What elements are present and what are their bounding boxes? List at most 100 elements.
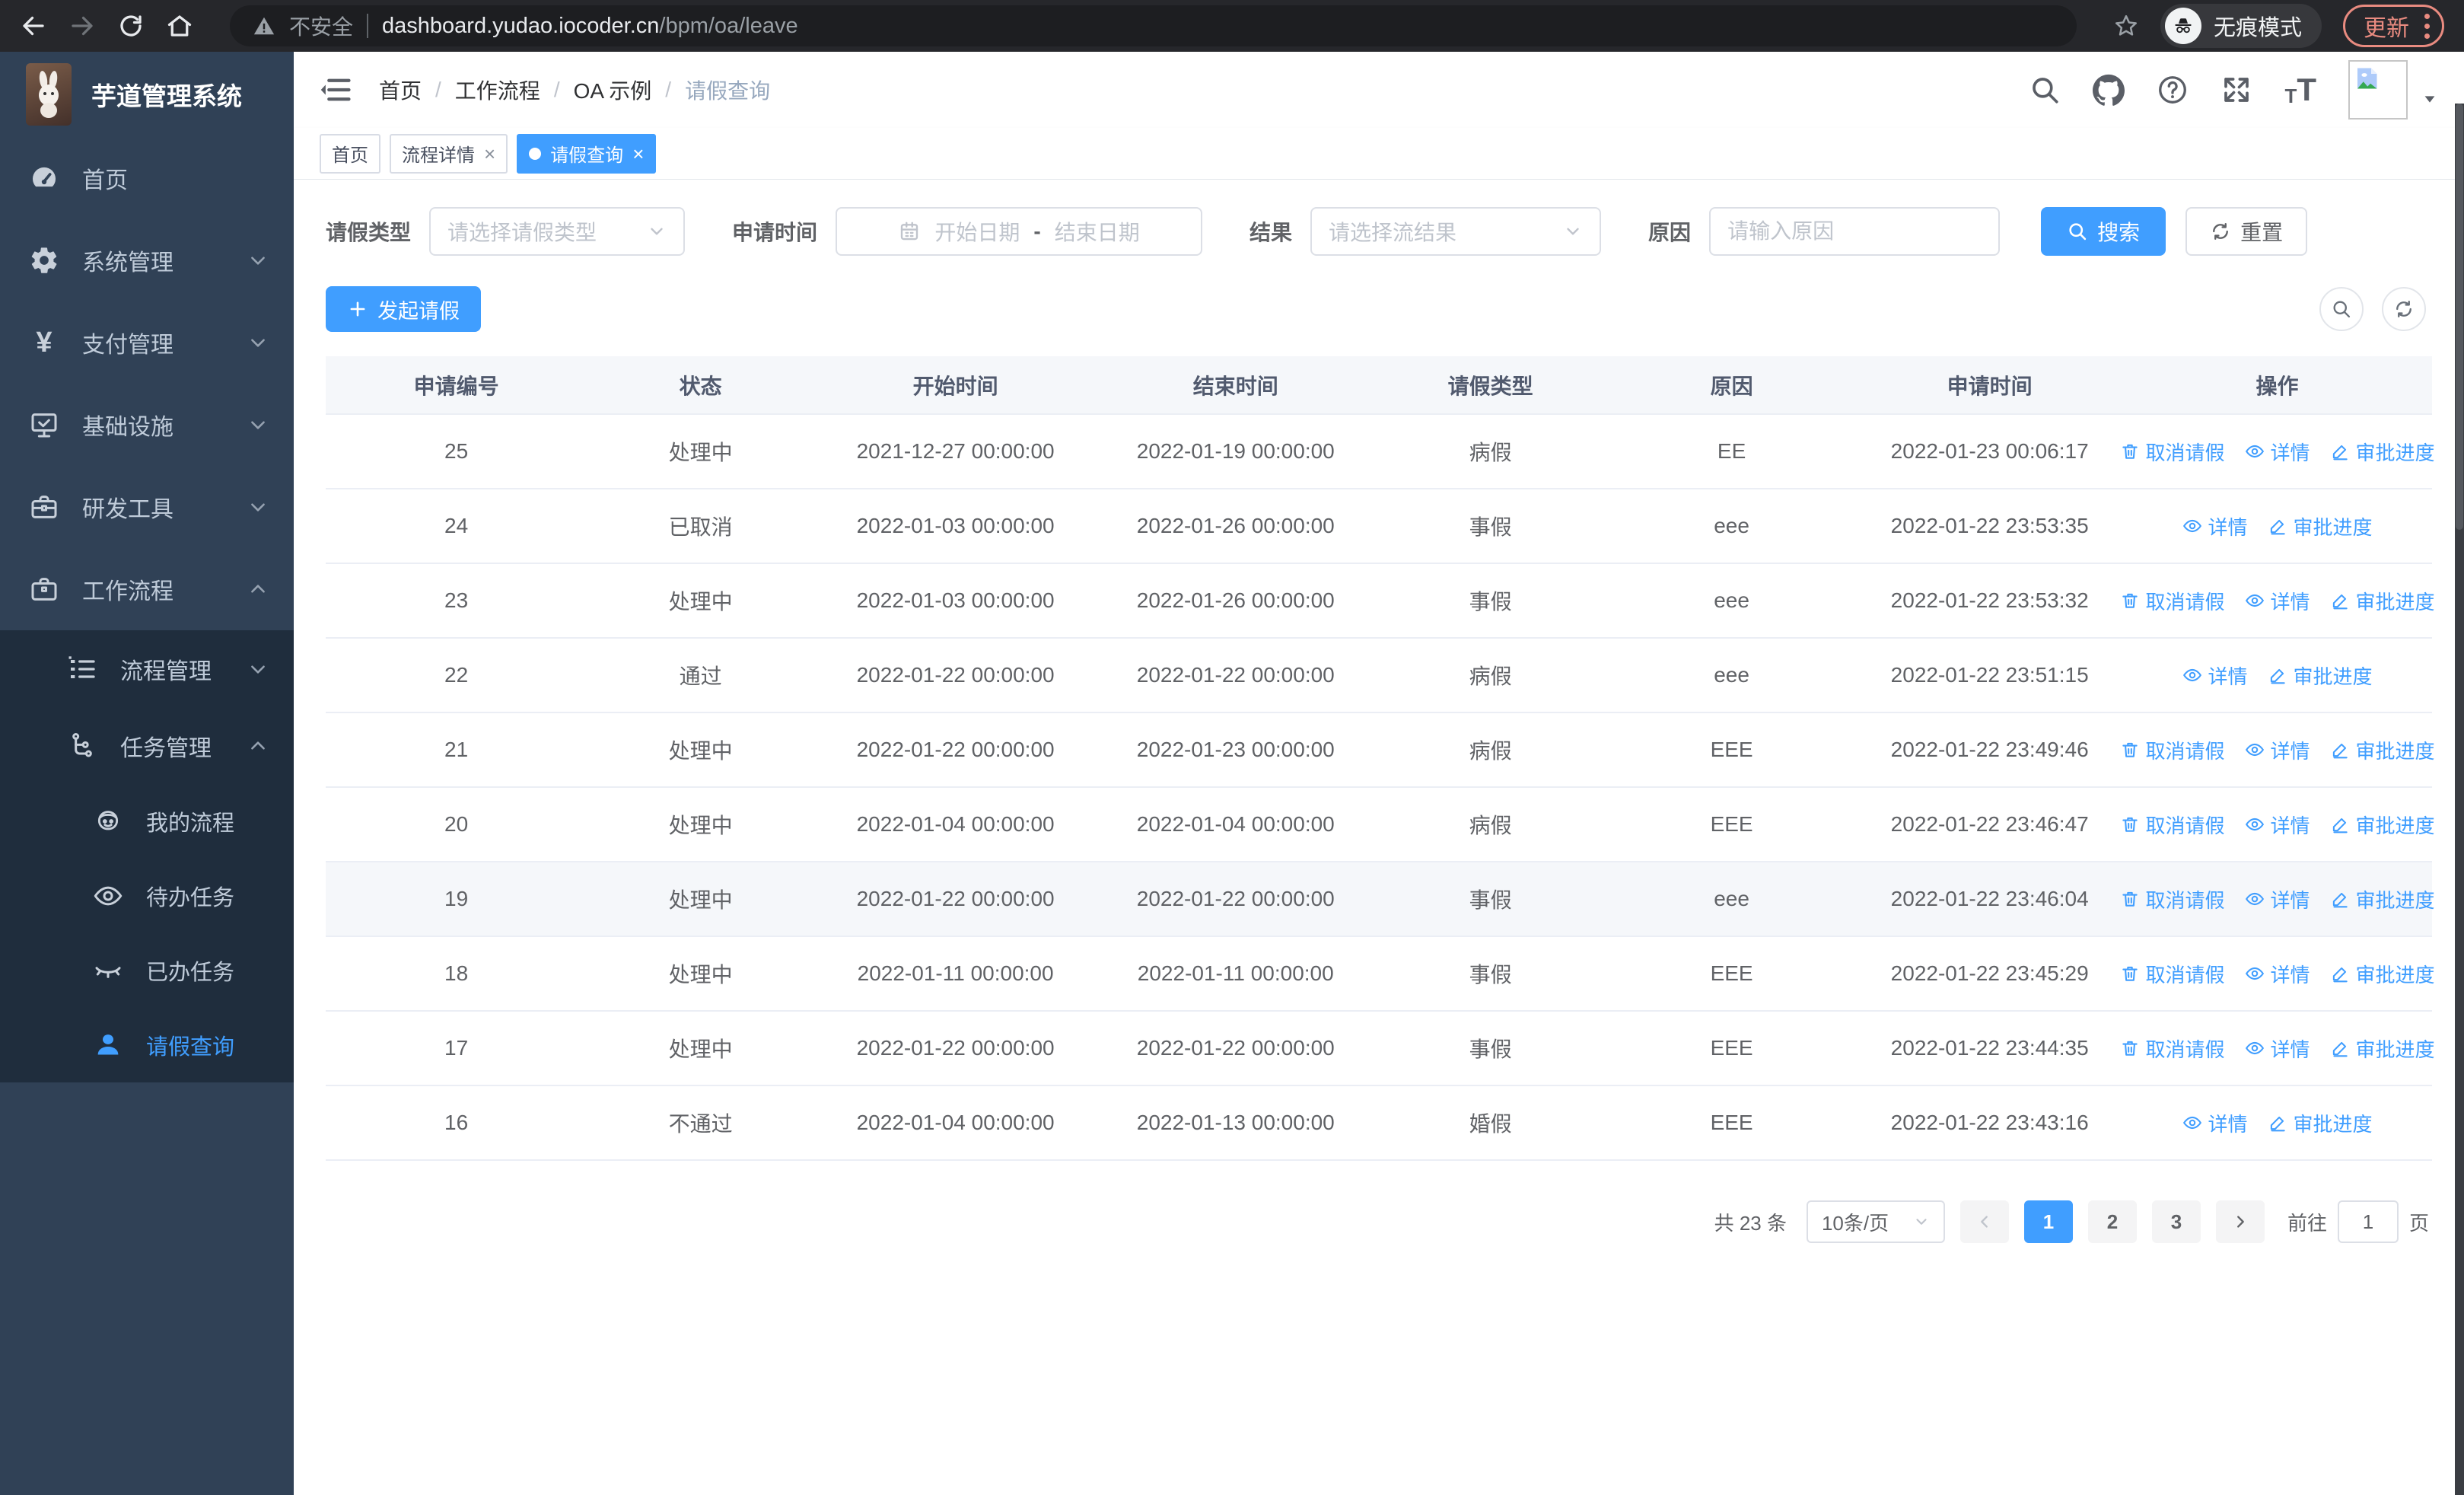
detail-link[interactable]: 详情: [2245, 960, 2310, 988]
approval-progress-link[interactable]: 审批进度: [2330, 587, 2435, 615]
close-icon[interactable]: ×: [484, 144, 495, 164]
tag-leave-query[interactable]: 请假查询 ×: [517, 133, 657, 174]
approval-progress-link[interactable]: 审批进度: [2330, 960, 2435, 988]
help-icon[interactable]: [2157, 74, 2189, 106]
detail-link[interactable]: 详情: [2182, 1109, 2248, 1137]
detail-link[interactable]: 详情: [2245, 587, 2310, 615]
table-tools: [2319, 287, 2426, 331]
tag-process-detail[interactable]: 流程详情 ×: [390, 133, 508, 174]
approval-progress-link[interactable]: 审批进度: [2330, 885, 2435, 913]
sidebar-item-todo-tasks[interactable]: 待办任务: [0, 859, 294, 933]
sidebar-item-leave-query[interactable]: 请假查询: [0, 1008, 294, 1082]
cell-end-time: 2022-01-26 00:00:00: [1097, 489, 1375, 564]
detail-link[interactable]: 详情: [2245, 438, 2310, 466]
show-search-button[interactable]: [2319, 287, 2364, 331]
sidebar-item-devtools[interactable]: 研发工具: [0, 466, 294, 548]
briefcase-icon: [29, 574, 59, 604]
cancel-leave-link[interactable]: 取消请假: [2120, 885, 2225, 913]
cell-status: 处理中: [587, 712, 815, 788]
avatar[interactable]: [2348, 60, 2408, 120]
chevron-down-icon: [251, 339, 265, 347]
breadcrumb-home[interactable]: 首页: [379, 75, 422, 105]
caret-down-icon[interactable]: [2421, 91, 2438, 107]
detail-link[interactable]: 详情: [2182, 661, 2248, 690]
sidebar-item-home[interactable]: 首页: [0, 137, 294, 219]
detail-link[interactable]: 详情: [2245, 811, 2310, 839]
app-logo-row[interactable]: 芋道管理系统: [0, 52, 294, 137]
eye-icon: [93, 881, 123, 911]
sidebar-item-payment[interactable]: ¥ 支付管理: [0, 301, 294, 384]
cancel-leave-link[interactable]: 取消请假: [2120, 587, 2225, 615]
cancel-leave-link[interactable]: 取消请假: [2120, 960, 2225, 988]
tag-home[interactable]: 首页: [320, 133, 380, 174]
page-button-1[interactable]: 1: [2023, 1200, 2073, 1243]
page-button-3[interactable]: 3: [2151, 1200, 2201, 1243]
result-select[interactable]: 请选择流结果: [1310, 207, 1602, 256]
detail-link[interactable]: 详情: [2245, 736, 2310, 764]
leave-type-label: 请假类型: [326, 221, 412, 244]
detail-link[interactable]: 详情: [2182, 512, 2248, 540]
search-button[interactable]: 搜索: [2041, 207, 2166, 256]
back-icon[interactable]: [20, 12, 47, 40]
prev-page-button[interactable]: [1959, 1200, 2009, 1243]
create-leave-button[interactable]: 发起请假: [326, 286, 481, 332]
next-page-button[interactable]: [2215, 1200, 2265, 1243]
detail-link[interactable]: 详情: [2245, 885, 2310, 913]
breadcrumb-workflow[interactable]: 工作流程: [455, 75, 540, 105]
address-bar[interactable]: 不安全 dashboard.yudao.iocoder.cn/bpm/oa/le…: [230, 5, 2077, 46]
table-row: 23 处理中 2022-01-03 00:00:00 2022-01-26 00…: [326, 563, 2435, 639]
reset-button[interactable]: 重置: [2185, 207, 2308, 256]
page-url[interactable]: dashboard.yudao.iocoder.cn/bpm/oa/leave: [382, 14, 798, 39]
scrollbar-thumb[interactable]: [2456, 104, 2463, 530]
apply-time-range-picker[interactable]: 开始日期 - 结束日期: [836, 207, 1203, 256]
header-search-icon[interactable]: [2029, 74, 2061, 106]
github-icon[interactable]: [2093, 74, 2125, 106]
approval-progress-link[interactable]: 审批进度: [2330, 1034, 2435, 1063]
security-label[interactable]: 不安全: [289, 11, 353, 41]
sidebar-item-system[interactable]: 系统管理: [0, 219, 294, 301]
approval-progress-link[interactable]: 审批进度: [2330, 736, 2435, 764]
sidebar-item-task-mgmt[interactable]: 任务管理: [0, 707, 294, 784]
reason-input[interactable]: [1727, 219, 1982, 244]
reload-icon[interactable]: [117, 12, 145, 40]
home-icon[interactable]: [166, 12, 193, 40]
goto-page-input[interactable]: [2337, 1200, 2399, 1243]
page-size-select[interactable]: 10条/页: [1806, 1200, 1945, 1243]
fullscreen-icon[interactable]: [2220, 74, 2252, 106]
browser-menu-icon[interactable]: [2424, 13, 2430, 39]
forward-icon[interactable]: [68, 12, 96, 40]
sidebar-item-workflow[interactable]: 工作流程: [0, 548, 294, 630]
detail-link[interactable]: 详情: [2245, 1034, 2310, 1063]
approval-progress-link[interactable]: 审批进度: [2268, 512, 2373, 540]
sidebar-item-label: 研发工具: [82, 497, 173, 522]
sidebar-item-infra[interactable]: 基础设施: [0, 384, 294, 466]
sidebar-item-process-mgmt[interactable]: 流程管理: [0, 630, 294, 707]
sidebar-item-label: 已办任务: [146, 961, 235, 985]
browser-update-button[interactable]: 更新: [2343, 5, 2444, 47]
close-icon[interactable]: ×: [632, 144, 644, 164]
leave-type-select[interactable]: 请选择请假类型: [429, 207, 686, 256]
font-size-icon[interactable]: TT: [2284, 74, 2316, 107]
cell-apply-id: 16: [326, 1085, 587, 1161]
cancel-leave-link[interactable]: 取消请假: [2120, 736, 2225, 764]
eye-icon: [2245, 743, 2264, 757]
sidebar-collapse-icon[interactable]: [320, 74, 352, 106]
approval-progress-link[interactable]: 审批进度: [2330, 811, 2435, 839]
sidebar-item-done-tasks[interactable]: 已办任务: [0, 933, 294, 1008]
cancel-leave-link[interactable]: 取消请假: [2120, 1034, 2225, 1063]
breadcrumb-oa[interactable]: OA 示例: [574, 75, 652, 105]
edit-pen-icon: [2332, 892, 2348, 908]
cell-start-time: 2022-01-22 00:00:00: [814, 712, 1097, 788]
approval-progress-link[interactable]: 审批进度: [2330, 438, 2435, 466]
browser-scrollbar[interactable]: [2455, 104, 2464, 1495]
sidebar-item-my-process[interactable]: 我的流程: [0, 784, 294, 859]
refresh-table-button[interactable]: [2382, 287, 2426, 331]
approval-progress-link[interactable]: 审批进度: [2268, 661, 2373, 690]
approval-progress-link[interactable]: 审批进度: [2268, 1109, 2373, 1137]
cancel-leave-link[interactable]: 取消请假: [2120, 811, 2225, 839]
cell-reason: EEE: [1606, 787, 1858, 862]
apply-time-label: 申请时间: [732, 221, 818, 244]
cancel-leave-link[interactable]: 取消请假: [2120, 438, 2225, 466]
bookmark-star-icon[interactable]: [2113, 13, 2139, 39]
page-button-2[interactable]: 2: [2087, 1200, 2137, 1243]
